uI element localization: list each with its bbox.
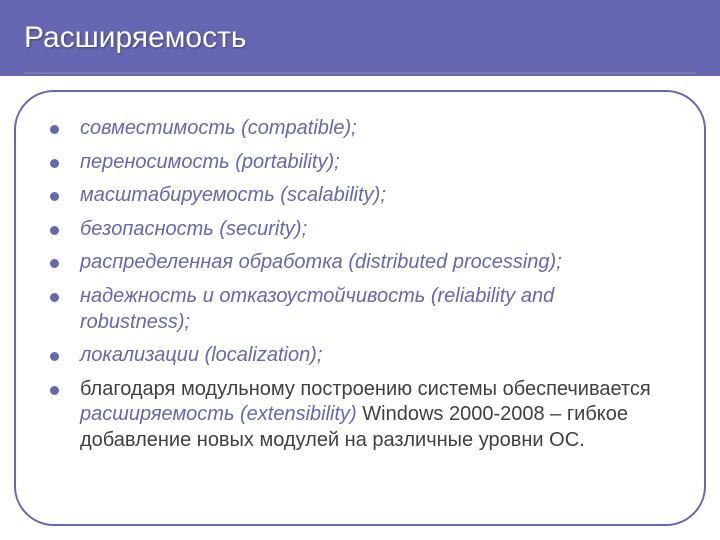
slide-title: Расширяемость (24, 21, 246, 55)
bullet-list: совместимость (compatible); переносимост… (72, 116, 668, 454)
slide: Расширяемость совместимость (compatible)… (0, 0, 720, 540)
list-item: локализации (localization); (72, 343, 668, 369)
item-text-pre: благодаря модульному построению системы … (80, 378, 651, 400)
list-item: совместимость (compatible); (72, 116, 668, 142)
list-item: благодаря модульному построению системы … (72, 377, 668, 454)
item-text: надежность и отказоустойчивость (reliabi… (80, 285, 554, 333)
list-item: безопасность (security); (72, 217, 668, 243)
list-item: масштабируемость (scalability); (72, 183, 668, 209)
item-text: локализации (localization); (80, 344, 322, 366)
item-text: распределенная обработка (distributed pr… (80, 251, 562, 273)
content-frame: совместимость (compatible); переносимост… (14, 90, 706, 526)
list-item: распределенная обработка (distributed pr… (72, 250, 668, 276)
item-text: безопасность (security); (80, 218, 307, 240)
item-text: масштабируемость (scalability); (80, 184, 386, 206)
list-item: надежность и отказоустойчивость (reliabi… (72, 284, 668, 335)
list-item: переносимость (portability); (72, 150, 668, 176)
item-text: переносимость (portability); (80, 151, 340, 173)
title-underline (24, 72, 696, 74)
item-text: совместимость (compatible); (80, 117, 357, 139)
title-bar: Расширяемость (0, 0, 720, 76)
item-text-accent: расширяемость (extensibility) (80, 403, 357, 425)
